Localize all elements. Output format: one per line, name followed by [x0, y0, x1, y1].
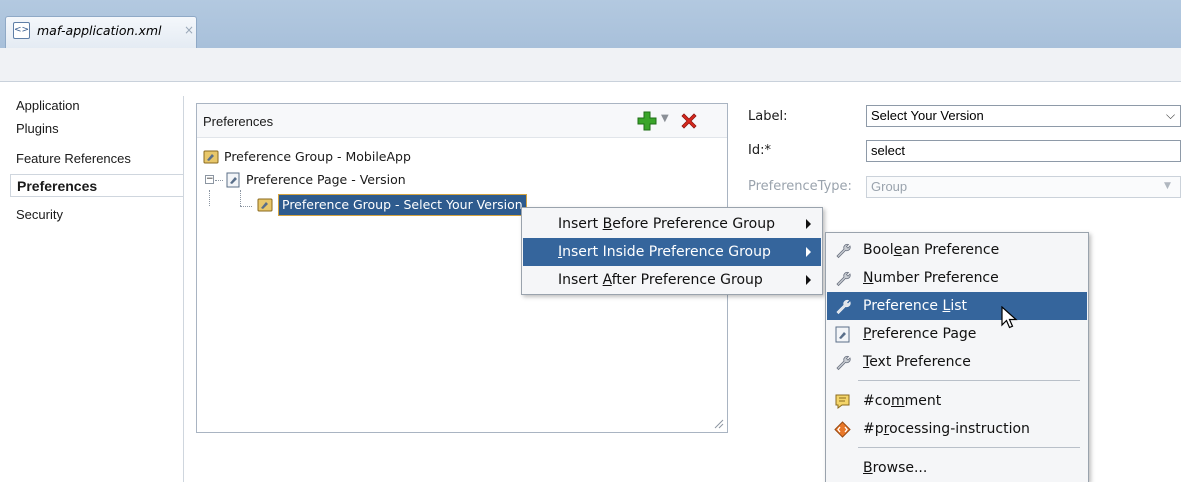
tree-item-preference-group-select-your-version[interactable]: Preference Group - Select Your Version [257, 194, 557, 216]
submenu-arrow-icon [806, 275, 811, 285]
preference-group-icon [203, 150, 219, 164]
content-divider [183, 96, 184, 482]
context-menu: Insert Before Preference Group Insert In… [521, 207, 823, 295]
label-field[interactable]: Select Your Version [866, 105, 1181, 127]
preference-page-icon [835, 326, 850, 343]
processing-instruction-icon [834, 421, 851, 438]
preference-type-caption: PreferenceType: [748, 179, 852, 194]
wrench-icon [836, 271, 851, 287]
menu-item-label: ist [950, 298, 967, 314]
menu-item-label: Insert [558, 216, 603, 232]
preference-type-select: Group [866, 176, 1181, 198]
menu-item-label: #p [863, 421, 884, 437]
chevron-down-icon: ▼ [1164, 181, 1171, 191]
sidebar-item-plugins[interactable]: Plugins [10, 117, 182, 140]
menu-item-label: Insert [558, 272, 603, 288]
chevron-down-icon[interactable]: ⌵ [1166, 108, 1175, 123]
close-icon[interactable]: × [184, 23, 194, 37]
sidebar-item-application[interactable]: Application [10, 94, 182, 117]
tree-item-preference-group-mobileapp[interactable]: Preference Group - MobileApp [203, 147, 603, 167]
menu-item-label: ocessing-instruction [889, 421, 1030, 437]
menu-item-mnemonic: m [891, 393, 905, 409]
menu-item-browse[interactable]: Browse... [827, 454, 1087, 482]
menu-item-insert-inside[interactable]: Insert Inside Preference Group [523, 238, 821, 266]
menu-item-label: Preference [863, 298, 943, 314]
wrench-icon [836, 243, 851, 259]
menu-item-mnemonic: B [602, 216, 613, 232]
menu-item-label: Bool [863, 242, 894, 258]
menu-item-mnemonic: B [863, 460, 873, 476]
mouse-cursor-icon [1001, 306, 1018, 329]
menu-separator [858, 380, 1080, 381]
menu-item-comment[interactable]: #comment [827, 387, 1087, 415]
tree-connector [240, 206, 252, 207]
menu-item-preference-page[interactable]: Preference Page [827, 320, 1087, 348]
menu-item-text-preference[interactable]: Text Preference [827, 348, 1087, 376]
id-field-caption: Id:* [748, 143, 771, 158]
menu-item-boolean-preference[interactable]: Boolean Preference [827, 236, 1087, 264]
menu-item-preference-list[interactable]: Preference List [827, 292, 1087, 320]
tree-connector [209, 190, 210, 206]
menu-item-label: fter Preference Group [611, 272, 763, 288]
chevron-down-icon[interactable]: ▼ [661, 113, 669, 124]
menu-item-label: rowse... [872, 460, 928, 476]
resize-grip[interactable] [713, 418, 724, 429]
menu-separator [858, 447, 1080, 448]
menu-item-mnemonic: N [863, 270, 874, 286]
menu-item-label: umber Preference [873, 270, 999, 286]
green-plus-icon[interactable] [637, 111, 657, 131]
menu-item-label: efore Preference Group [612, 216, 775, 232]
tree-item-label: Preference Page - Version [246, 172, 406, 187]
menu-item-label: reference Page [871, 326, 977, 342]
preference-group-icon [257, 198, 273, 212]
menu-item-mnemonic: e [893, 242, 903, 258]
preferences-panel-header: Preferences ▼ [197, 104, 727, 138]
tree-item-label-selected: Preference Group - Select Your Version [278, 194, 527, 216]
menu-item-label: ext Preference [869, 354, 971, 370]
menu-item-mnemonic: A [602, 272, 612, 288]
sidebar-item-security[interactable]: Security [10, 203, 182, 226]
editor-tab-strip: <> maf-application.xml × [0, 0, 1181, 48]
menu-item-label: an Preference [902, 242, 1000, 258]
tree-collapse-toggle[interactable]: − [205, 175, 214, 184]
id-field[interactable]: select [866, 140, 1181, 162]
editor-tab-title: maf-application.xml [37, 23, 162, 38]
menu-item-label: nsert Inside Preference Group [562, 244, 771, 260]
sidebar-item-preferences[interactable]: Preferences [10, 174, 184, 197]
menu-item-processing-instruction[interactable]: #processing-instruction [827, 415, 1087, 443]
tree-connector [240, 190, 241, 206]
editor-tab-maf-application[interactable]: <> maf-application.xml × [5, 16, 197, 48]
menu-item-insert-after[interactable]: Insert After Preference Group [523, 266, 821, 294]
preferences-panel-title: Preferences [203, 114, 274, 129]
wrench-icon [836, 355, 851, 371]
menu-item-label: ment [904, 393, 942, 409]
wrench-icon [836, 299, 851, 315]
menu-item-number-preference[interactable]: Number Preference [827, 264, 1087, 292]
red-x-icon[interactable] [679, 111, 699, 131]
comment-icon [835, 394, 850, 409]
submenu-arrow-icon [806, 247, 811, 257]
sidebar: Application Plugins Feature References P… [10, 94, 184, 482]
tree-item-preference-page-version[interactable]: − Preference Page - Version [203, 170, 603, 190]
submenu-arrow-icon [806, 219, 811, 229]
label-field-caption: Label: [748, 109, 788, 124]
tree-connector [215, 180, 223, 181]
xml-file-icon: <> [13, 22, 30, 39]
menu-item-insert-before[interactable]: Insert Before Preference Group [523, 210, 821, 238]
editor-toolbar-area [0, 48, 1181, 82]
menu-item-label: #co [863, 393, 891, 409]
menu-item-mnemonic: P [863, 326, 872, 342]
tree-item-label: Preference Group - MobileApp [224, 149, 411, 164]
insert-inside-submenu: Boolean Preference Number Preference Pre… [825, 232, 1089, 482]
preference-page-icon [226, 172, 240, 188]
sidebar-item-feature-references[interactable]: Feature References [10, 147, 182, 170]
